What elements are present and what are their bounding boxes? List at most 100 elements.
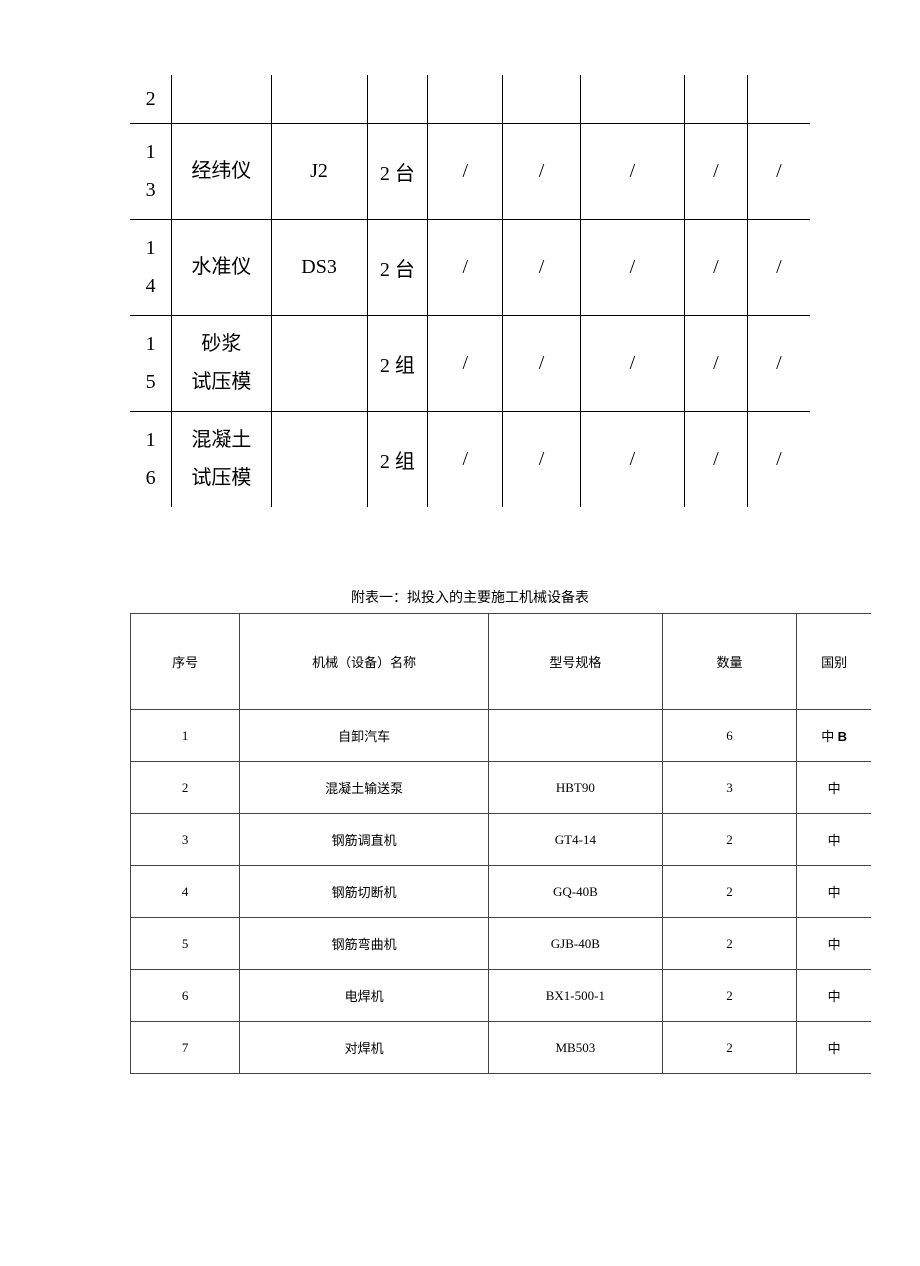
equipment-name: 钢筋弯曲机	[240, 918, 488, 970]
country: 中	[797, 866, 872, 918]
col-7: /	[685, 123, 748, 219]
col-6: /	[580, 315, 684, 411]
row-index: 4	[131, 866, 240, 918]
col-7	[685, 75, 748, 123]
instrument-name: 水准仪	[172, 219, 271, 315]
quantity: 2 台	[367, 219, 428, 315]
table-row: 4钢筋切断机GQ-40B2中	[131, 866, 872, 918]
quantity: 2 组	[367, 315, 428, 411]
quantity: 2	[662, 866, 796, 918]
col-6: /	[580, 123, 684, 219]
table-row: 2混凝土输送泵HBT903中	[131, 762, 872, 814]
instrument-name: 混凝土试压模	[172, 411, 271, 507]
spec	[271, 315, 367, 411]
spec: J2	[271, 123, 367, 219]
quantity: 6	[662, 710, 796, 762]
col-7: /	[685, 219, 748, 315]
quantity: 2 台	[367, 123, 428, 219]
col-5: /	[503, 123, 580, 219]
table-row: 13经纬仪J22 台/////	[130, 123, 810, 219]
col-5: /	[503, 219, 580, 315]
equipment-name: 钢筋切断机	[240, 866, 488, 918]
instrument-table: 213经纬仪J22 台/////14水准仪DS32 台/////15砂浆试压模2…	[130, 75, 810, 507]
col-4	[428, 75, 503, 123]
column-header: 国别	[797, 614, 872, 710]
country: 中	[797, 1022, 872, 1074]
row-index: 3	[131, 814, 240, 866]
col-8: /	[747, 315, 810, 411]
col-5	[503, 75, 580, 123]
col-4: /	[428, 411, 503, 507]
equipment-name: 对焊机	[240, 1022, 488, 1074]
col-5: /	[503, 411, 580, 507]
column-header: 序号	[131, 614, 240, 710]
quantity: 2	[662, 918, 796, 970]
table-row: 6电焊机BX1-500-12中	[131, 970, 872, 1022]
model-spec: HBT90	[488, 762, 662, 814]
model-spec: GQ-40B	[488, 866, 662, 918]
col-8: /	[747, 123, 810, 219]
table-row: 15砂浆试压模2 组/////	[130, 315, 810, 411]
spec	[271, 411, 367, 507]
table-row: 1自卸汽车 6中 B	[131, 710, 872, 762]
table-row: 7对焊机MB5032中	[131, 1022, 872, 1074]
row-index: 1	[131, 710, 240, 762]
country: 中	[797, 814, 872, 866]
quantity: 2	[662, 970, 796, 1022]
column-header: 型号规格	[488, 614, 662, 710]
column-header: 数量	[662, 614, 796, 710]
model-spec: GT4-14	[488, 814, 662, 866]
col-6: /	[580, 411, 684, 507]
col-4: /	[428, 315, 503, 411]
equipment-name: 钢筋调直机	[240, 814, 488, 866]
spec: DS3	[271, 219, 367, 315]
instrument-name: 经纬仪	[172, 123, 271, 219]
row-index: 7	[131, 1022, 240, 1074]
equipment-name: 电焊机	[240, 970, 488, 1022]
col-5: /	[503, 315, 580, 411]
column-header: 机械（设备）名称	[240, 614, 488, 710]
equipment-table: 序号机械（设备）名称型号规格数量国别 1自卸汽车6中 B2混凝土输送泵HBT90…	[130, 613, 871, 1074]
table-row: 3钢筋调直机GT4-142中	[131, 814, 872, 866]
equipment-name: 混凝土输送泵	[240, 762, 488, 814]
model-spec: BX1-500-1	[488, 970, 662, 1022]
country: 中	[797, 918, 872, 970]
table-row: 16混凝土试压模2 组/////	[130, 411, 810, 507]
col-6: /	[580, 219, 684, 315]
row-index: 2	[130, 75, 172, 123]
model-spec	[488, 710, 662, 762]
row-index: 16	[130, 411, 172, 507]
quantity: 3	[662, 762, 796, 814]
col-8: /	[747, 219, 810, 315]
row-index: 14	[130, 219, 172, 315]
quantity: 2	[662, 1022, 796, 1074]
quantity: 2 组	[367, 411, 428, 507]
equipment-name: 自卸汽车	[240, 710, 488, 762]
row-index: 6	[131, 970, 240, 1022]
row-index: 13	[130, 123, 172, 219]
quantity: 2	[662, 814, 796, 866]
col-4: /	[428, 123, 503, 219]
col-7: /	[685, 411, 748, 507]
instrument-name	[172, 75, 271, 123]
model-spec: MB503	[488, 1022, 662, 1074]
row-index: 5	[131, 918, 240, 970]
col-8	[747, 75, 810, 123]
country: 中	[797, 970, 872, 1022]
instrument-name: 砂浆试压模	[172, 315, 271, 411]
row-index: 2	[131, 762, 240, 814]
col-4: /	[428, 219, 503, 315]
col-7: /	[685, 315, 748, 411]
bottom-table-caption: 附表一：拟投入的主要施工机械设备表	[130, 587, 810, 607]
table-row: 5钢筋弯曲机GJB-40B2中	[131, 918, 872, 970]
quantity	[367, 75, 428, 123]
col-6	[580, 75, 684, 123]
col-8: /	[747, 411, 810, 507]
table-row: 14水准仪DS32 台/////	[130, 219, 810, 315]
model-spec: GJB-40B	[488, 918, 662, 970]
table-row: 2	[130, 75, 810, 123]
row-index: 15	[130, 315, 172, 411]
spec	[271, 75, 367, 123]
country: 中 B	[797, 710, 872, 762]
country: 中	[797, 762, 872, 814]
